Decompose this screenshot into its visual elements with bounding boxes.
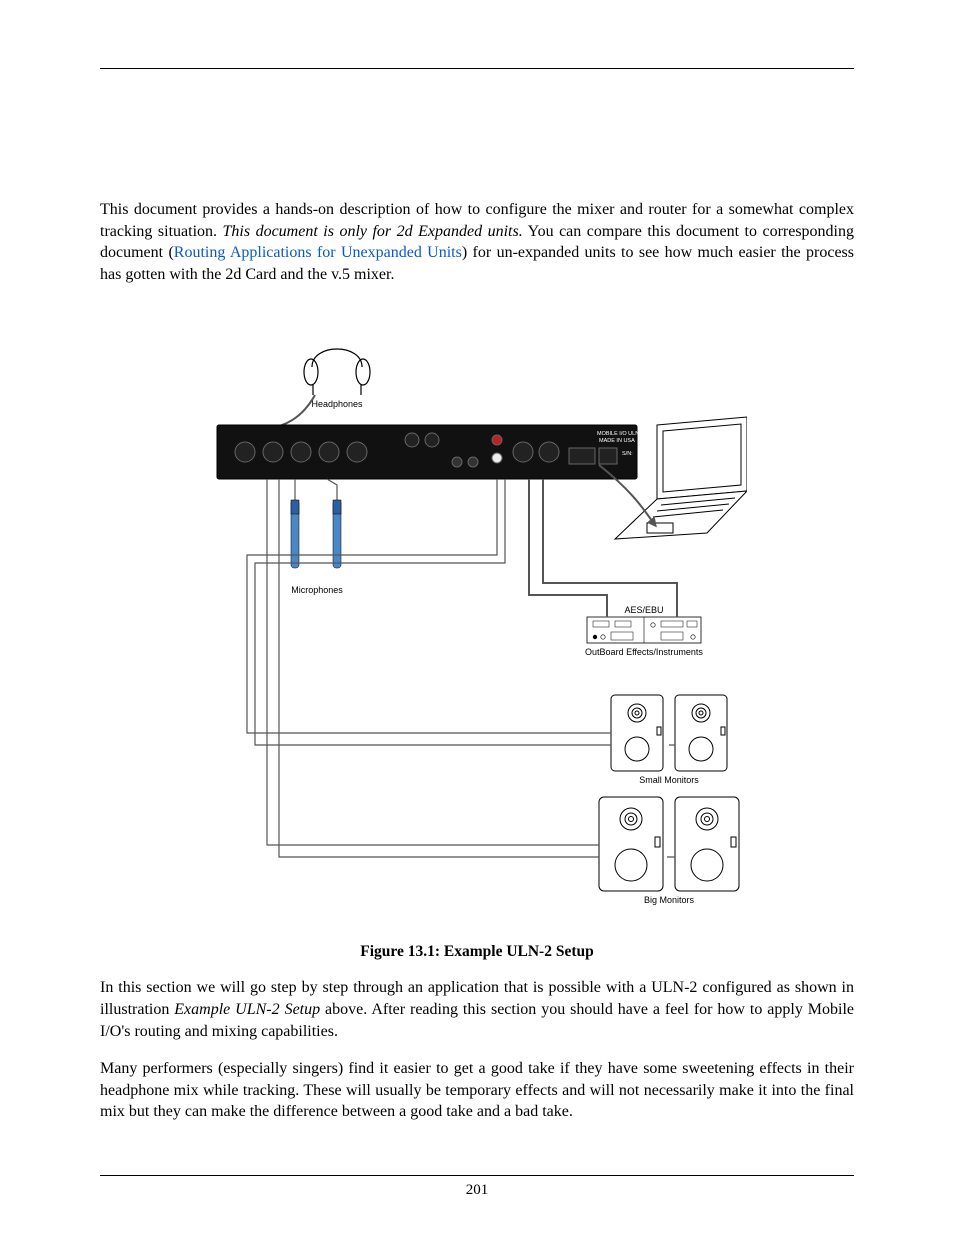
cable-small-left <box>247 479 611 733</box>
outboard-fx-icon: AES/EBU <box>587 605 701 643</box>
microphones-icon <box>291 500 341 568</box>
unit-made-label: MADE IN USA <box>599 438 635 444</box>
cable-big-left <box>267 479 599 845</box>
body-1-italic: Example ULN-2 Setup <box>174 1001 320 1018</box>
small-monitors-icon <box>611 695 727 771</box>
big-monitors-label: Big Monitors <box>644 895 695 905</box>
unit-name-label: MOBILE I/O ULN-2 <box>597 431 644 437</box>
body-paragraph-1: In this section we will go step by step … <box>100 977 854 1042</box>
unit-sn-label: S/N: <box>622 451 633 457</box>
figure-container: Headphones <box>207 325 747 961</box>
page-footer: 201 <box>100 1175 854 1199</box>
aes-ebu-label: AES/EBU <box>624 605 663 615</box>
figure-caption: Figure 13.1: Example ULN-2 Setup <box>207 943 747 961</box>
outboard-label: OutBoard Effects/Instruments <box>585 647 703 657</box>
routing-applications-link[interactable]: Routing Applications for Unexpanded Unit… <box>174 244 462 261</box>
intro-text-italic: This document is only for 2d Expanded un… <box>223 223 523 240</box>
page: This document provides a hands-on descri… <box>0 0 954 1235</box>
headphones-label: Headphones <box>311 399 363 409</box>
microphones-label: Microphones <box>291 585 343 595</box>
intro-paragraph: This document provides a hands-on descri… <box>100 199 854 285</box>
diagram-svg: Headphones <box>207 325 747 935</box>
page-number: 201 <box>466 1182 489 1198</box>
headphones-icon <box>304 349 370 395</box>
big-monitors-icon <box>599 797 739 891</box>
small-monitors-label: Small Monitors <box>639 775 699 785</box>
cable-aes-out <box>529 479 607 617</box>
body-paragraph-2: Many performers (especially singers) fin… <box>100 1058 854 1123</box>
cable-mic-2 <box>327 479 337 500</box>
top-rule <box>100 68 854 69</box>
